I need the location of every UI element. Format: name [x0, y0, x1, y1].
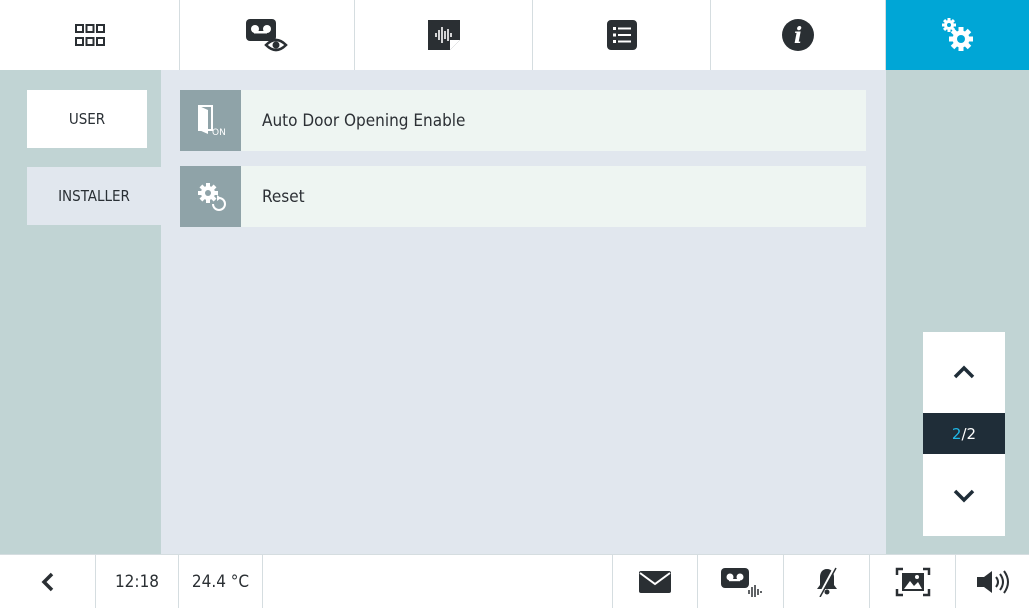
top-tab-bar: i [0, 0, 1029, 70]
photo-frame-button[interactable] [870, 555, 956, 608]
setting-row-auto-door-opening[interactable]: ON Auto Door Opening Enable [180, 90, 866, 151]
volume-button[interactable] [956, 555, 1029, 608]
chevron-down-icon [953, 489, 975, 503]
setting-label: Reset [262, 186, 305, 207]
page-current: 2 [951, 424, 962, 443]
video-memory-audio-icon [720, 568, 762, 597]
page-up-button[interactable] [923, 332, 1005, 412]
sidebar-item-label: USER [68, 110, 106, 128]
temperature: 24.4 °C [179, 555, 263, 608]
setting-row-reset[interactable]: Reset [180, 166, 866, 227]
tab-audio-messages[interactable] [355, 0, 533, 70]
envelope-icon [639, 571, 671, 593]
tab-menu-grid[interactable] [0, 0, 180, 70]
setting-label: Auto Door Opening Enable [262, 110, 466, 131]
temperature-label: 24.4 °C [191, 572, 250, 592]
svg-text:ON: ON [212, 128, 226, 138]
time-label: 12:18 [114, 572, 160, 592]
back-icon [41, 572, 53, 592]
door-on-icon: ON [180, 90, 241, 151]
gear-reset-icon [180, 166, 241, 227]
grid-icon [74, 24, 105, 46]
bottom-status-bar: 12:18 24.4 °C [0, 554, 1029, 608]
svg-text:i: i [794, 23, 802, 49]
messages-button[interactable] [612, 555, 698, 608]
ringer-mute-button[interactable] [784, 555, 870, 608]
pager: 2/2 [923, 332, 1005, 536]
audio-message-icon [427, 20, 460, 50]
page-total: 2 [966, 424, 977, 443]
back-button[interactable] [0, 555, 96, 608]
speaker-volume-icon [976, 570, 1009, 594]
page-down-button[interactable] [923, 456, 1005, 536]
tab-video-memory[interactable] [180, 0, 355, 70]
sidebar-item-label: INSTALLER [58, 187, 130, 205]
tab-info[interactable]: i [711, 0, 886, 70]
sidebar-item-installer[interactable]: INSTALLER [27, 167, 161, 225]
sidebar-item-user[interactable]: USER [27, 90, 147, 148]
settings-gears-icon [941, 18, 973, 51]
tab-settings[interactable] [886, 0, 1029, 70]
page-indicator: 2/2 [923, 413, 1005, 454]
video-memory-eye-icon [246, 19, 288, 52]
chevron-up-icon [953, 365, 975, 379]
list-icon [606, 20, 637, 50]
video-memory-status-button[interactable] [698, 555, 784, 608]
picture-frame-icon [895, 567, 930, 597]
info-icon: i [782, 19, 814, 51]
main-content: USER INSTALLER ON Auto Door Opening Enab… [0, 70, 1029, 554]
bell-muted-icon [816, 567, 837, 597]
clock: 12:18 [96, 555, 179, 608]
tab-list[interactable] [533, 0, 711, 70]
